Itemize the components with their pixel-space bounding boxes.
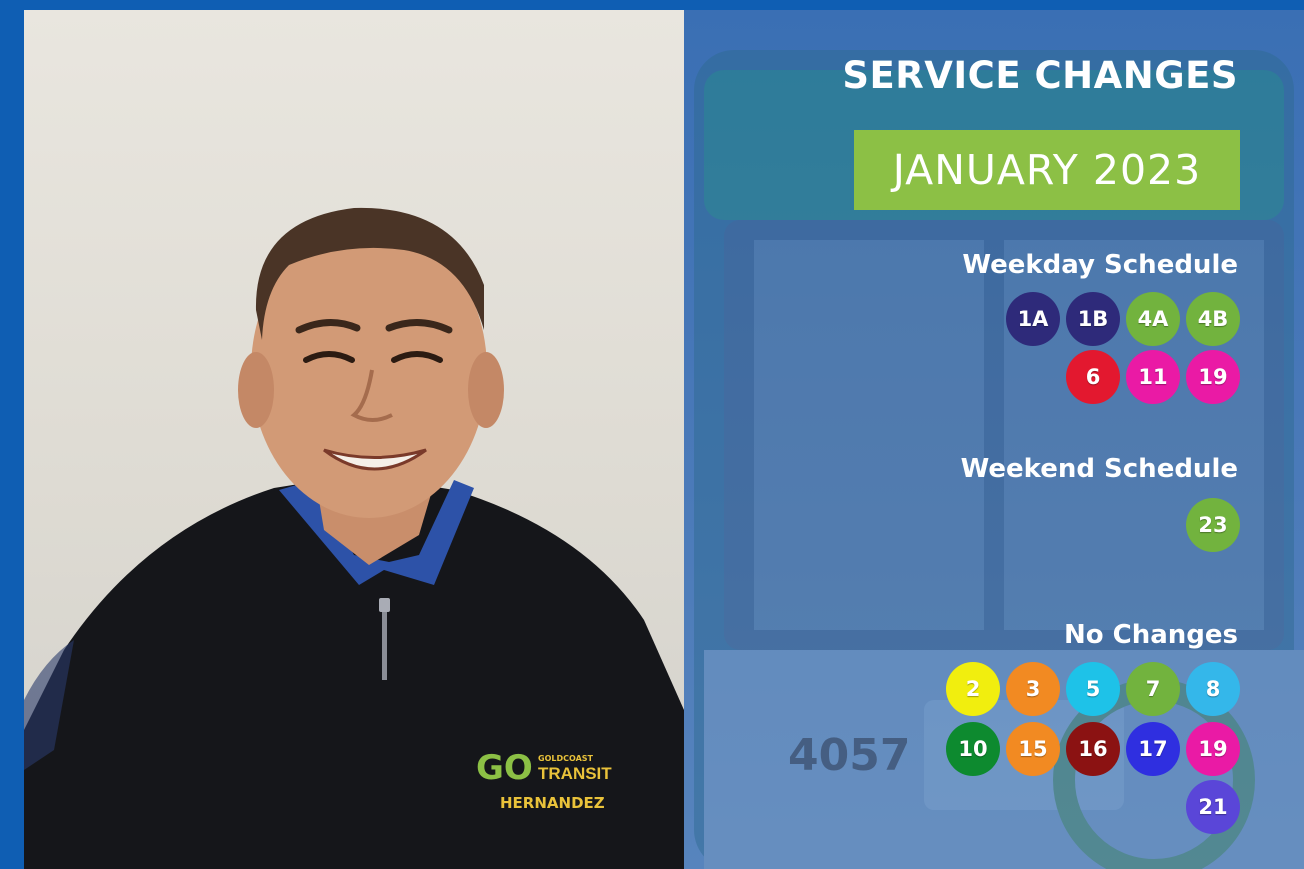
route-badge-4b: 4B: [1186, 292, 1240, 346]
logo-name: HERNANDEZ: [500, 794, 605, 812]
page-title: SERVICE CHANGES: [842, 54, 1238, 97]
route-badge-3: 3: [1006, 662, 1060, 716]
bus-number: 4057: [788, 730, 911, 781]
go-transit-logo: GO GOLDCOAST TRANSIT HERNANDEZ: [476, 750, 616, 820]
weekday-routes-row-1: 1A 1B 4A 4B: [1006, 292, 1240, 346]
route-badge-1b: 1B: [1066, 292, 1120, 346]
weekend-schedule-title: Weekend Schedule: [960, 454, 1238, 484]
logo-line1: GOLDCOAST: [538, 754, 593, 763]
no-changes-routes-row-1: 2 3 5 7 8: [946, 662, 1240, 716]
route-badge-4a: 4A: [1126, 292, 1180, 346]
service-changes-panel: 4057 SERVICE CHANGES JANUARY 2023 Weekda…: [684, 10, 1304, 869]
video-frame: GO GOLDCOAST TRANSIT HERNANDEZ 4057 SERV…: [24, 10, 1304, 869]
no-changes-routes-row-3: 21: [1186, 780, 1240, 834]
route-badge-6: 6: [1066, 350, 1120, 404]
logo-brand: GO: [476, 748, 533, 788]
route-badge-2: 2: [946, 662, 1000, 716]
route-badge-5: 5: [1066, 662, 1120, 716]
route-badge-17: 17: [1126, 722, 1180, 776]
route-badge-10: 10: [946, 722, 1000, 776]
route-badge-23: 23: [1186, 498, 1240, 552]
presenter-illustration: [24, 207, 684, 869]
route-badge-16: 16: [1066, 722, 1120, 776]
no-changes-routes-row-2: 10 15 16 17 19: [946, 722, 1240, 776]
route-badge-1a: 1A: [1006, 292, 1060, 346]
route-badge-7: 7: [1126, 662, 1180, 716]
month-label: JANUARY 2023: [892, 146, 1202, 194]
weekday-schedule-title: Weekday Schedule: [962, 250, 1238, 280]
route-badge-15: 15: [1006, 722, 1060, 776]
route-badge-19: 19: [1186, 722, 1240, 776]
route-badge-21: 21: [1186, 780, 1240, 834]
logo-line2: TRANSIT: [538, 764, 612, 783]
route-badge-8: 8: [1186, 662, 1240, 716]
month-banner: JANUARY 2023: [854, 130, 1240, 210]
route-badge-19: 19: [1186, 350, 1240, 404]
presenter-video: GO GOLDCOAST TRANSIT HERNANDEZ: [24, 10, 684, 869]
weekday-routes-row-2: 6 11 19: [1066, 350, 1240, 404]
route-badge-11: 11: [1126, 350, 1180, 404]
no-changes-title: No Changes: [1063, 620, 1238, 650]
weekend-routes-row-1: 23: [1186, 498, 1240, 552]
